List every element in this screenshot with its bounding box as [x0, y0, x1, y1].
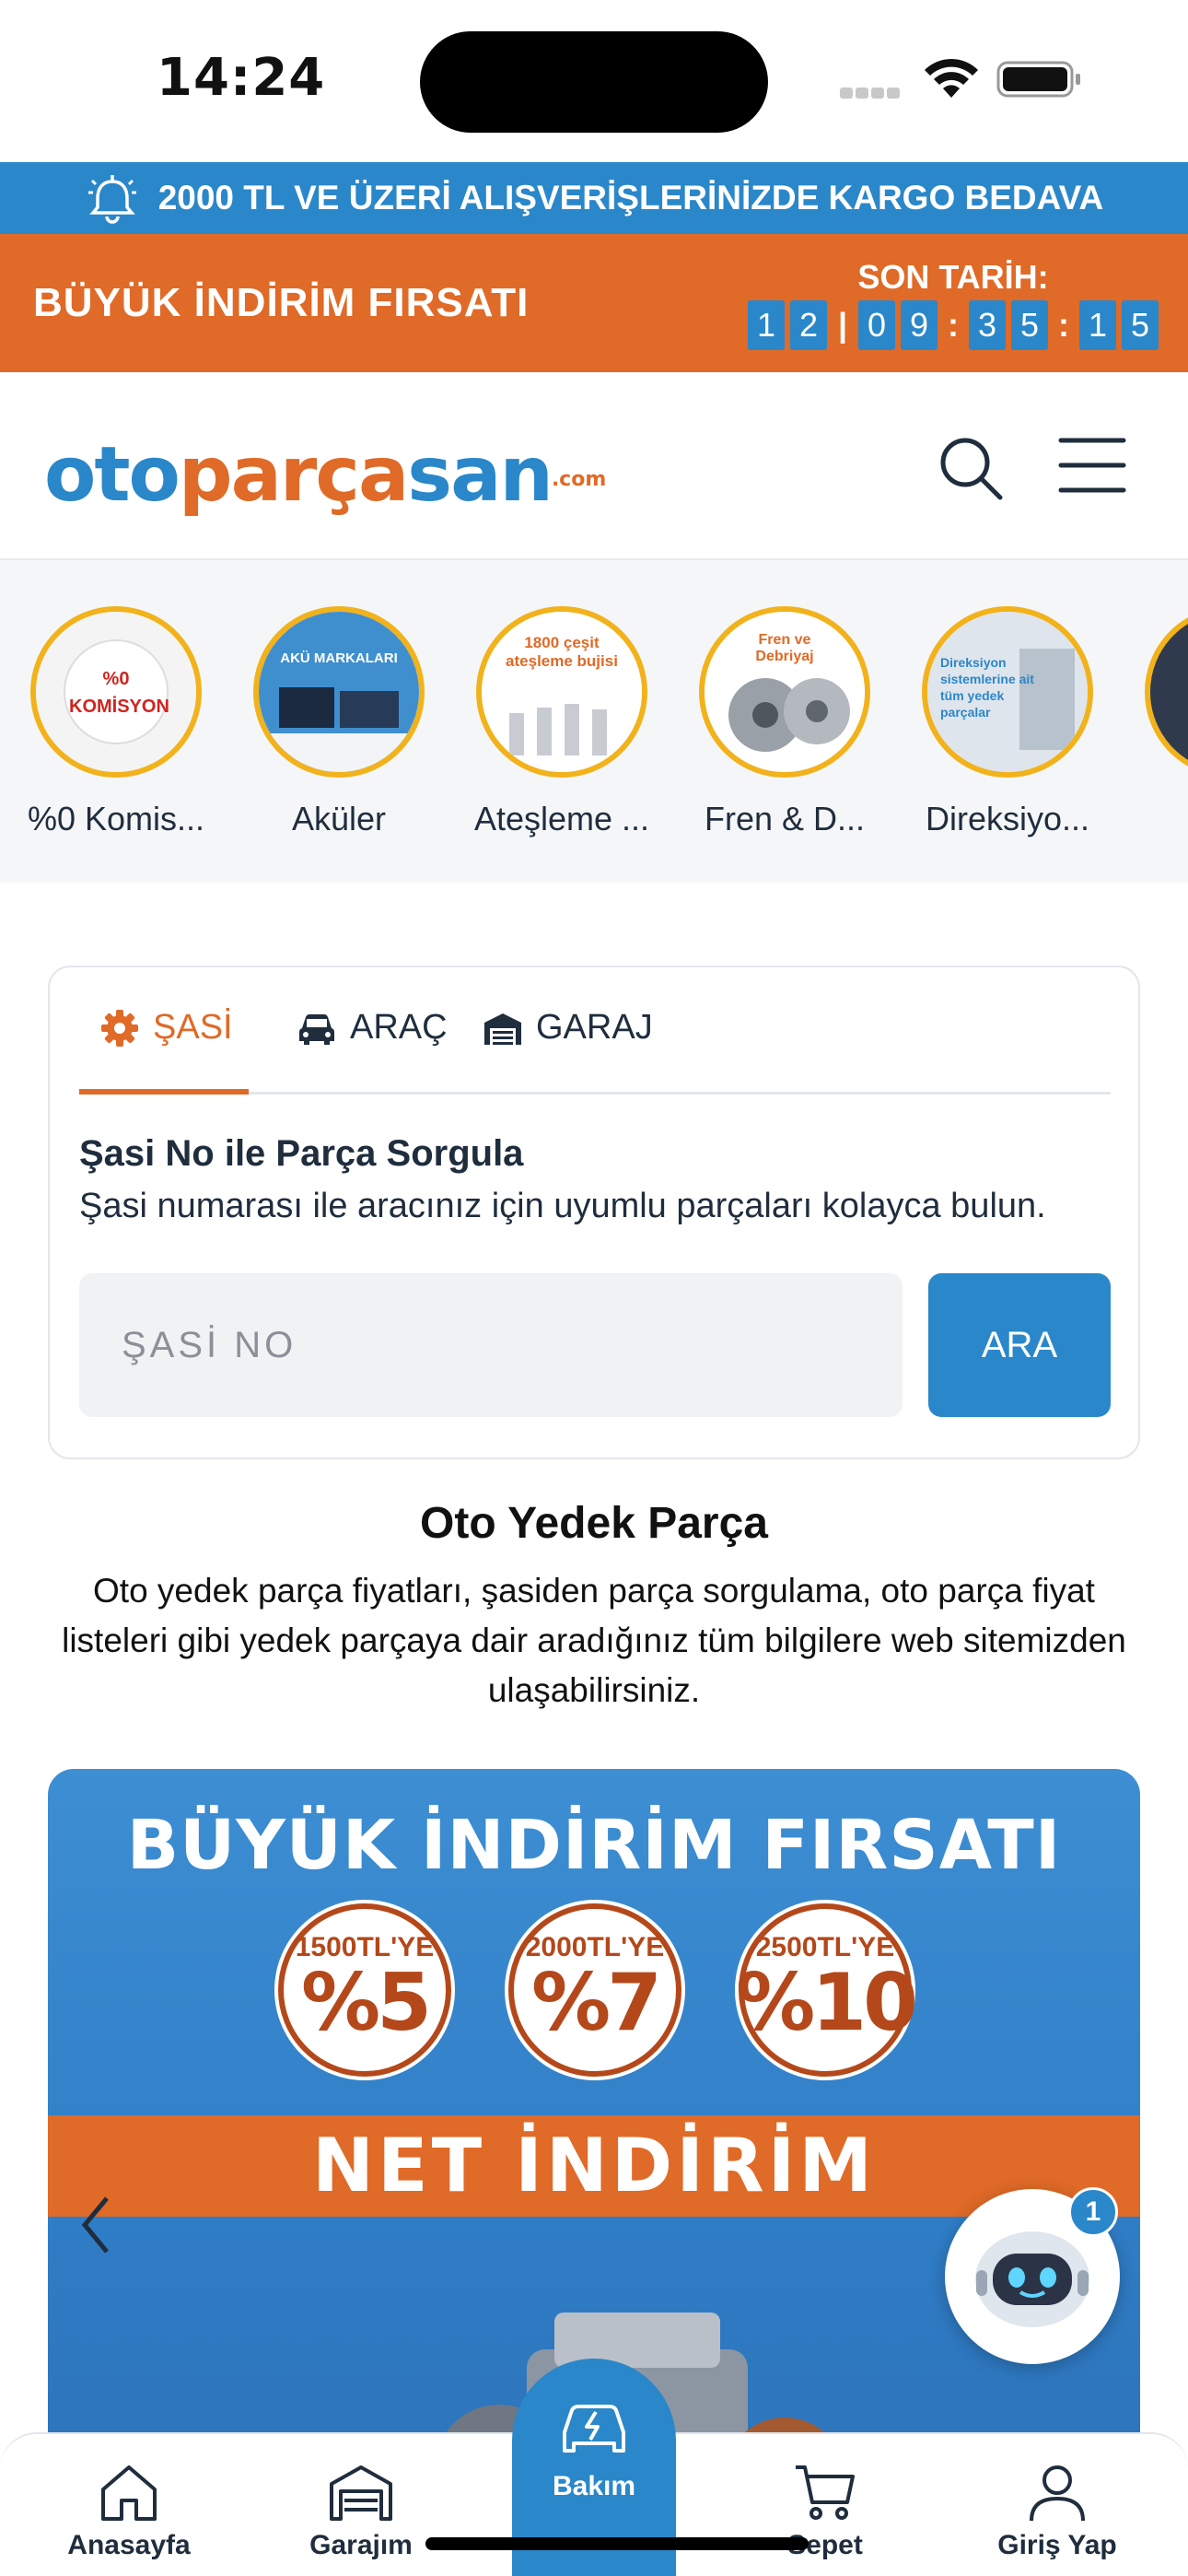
category-thumbnail: 1800 çeşit ateşleme bujisi	[476, 606, 647, 778]
chevron-left-icon[interactable]	[77, 2193, 114, 2257]
category-thumb-text: 1800 çeşit ateşleme bujisi	[506, 634, 618, 670]
nav-label: Bakım	[552, 2471, 636, 2501]
countdown-separator: :	[1058, 306, 1069, 344]
nav-label: Garajım	[309, 2530, 413, 2560]
countdown-digit: 5	[1011, 300, 1048, 350]
category-thumb-text: Fren ve Debriyaj	[755, 632, 814, 664]
category-label: Direksiyo...	[925, 800, 1090, 837]
category-label: Fren & D...	[704, 800, 866, 837]
tab-label: ŞASİ	[153, 1008, 233, 1047]
countdown-digit: 3	[969, 300, 1006, 350]
home-indicator	[425, 2537, 809, 2550]
search-button[interactable]: ARA	[928, 1273, 1111, 1417]
chassis-search-description: Şasi numarası ile aracınız için uyumlu p…	[79, 1187, 1046, 1225]
wifi-icon	[925, 58, 978, 98]
countdown-timer: 1 2 | 0 9 : 3 5 : 1 5	[748, 300, 1164, 350]
countdown-separator: |	[837, 306, 848, 344]
category-thumb-text: AKÜ MARKALARI	[280, 650, 398, 666]
section-description: Oto yedek parça fiyatları, şasiden parça…	[62, 1572, 1126, 1709]
category-thumb-text: %0 KOMİSYON	[69, 669, 169, 717]
tab-label: ARAÇ	[350, 1008, 448, 1047]
promo-title: BÜYÜK İNDİRİM FIRSATI	[33, 280, 530, 325]
countdown-digit: 9	[901, 300, 938, 350]
tab-sasi[interactable]: ŞASİ	[99, 1008, 233, 1091]
category-label: Aküler	[291, 800, 387, 837]
cart-icon	[796, 2465, 855, 2520]
chatbot-notification-badge: 1	[1068, 2187, 1118, 2237]
cellular-signal-icon	[840, 87, 904, 100]
search-icon[interactable]	[936, 433, 1006, 503]
badge-percent: %10	[736, 1957, 918, 2049]
banner-title: BÜYÜK İNDİRİM FIRSATI	[126, 1806, 1062, 1885]
garage-icon	[484, 1013, 521, 1045]
countdown-digit: 1	[1079, 300, 1116, 350]
logo-suffix: .com	[551, 468, 607, 492]
site-logo[interactable]: otoparçasan.com	[44, 431, 606, 519]
category-item-direksiyon[interactable]: Direksiyon sistemlerine ait tüm yedek pa…	[906, 606, 1109, 838]
category-thumbnail	[1145, 606, 1188, 778]
home-icon	[101, 2465, 157, 2521]
discount-badge: 2000TL'YE %7	[508, 1903, 681, 2077]
category-item-akuler[interactable]: AKÜ MARKALARI Aküler	[238, 606, 440, 838]
search-tabs: ŞASİ ARAÇ GARAJ	[79, 967, 1111, 1095]
category-thumb-text: Direksiyon sistemlerine ait tüm yedek pa…	[940, 655, 1034, 720]
countdown-separator: :	[948, 306, 959, 344]
hamburger-menu-icon[interactable]	[1057, 433, 1127, 498]
discount-badge: 1500TL'YE %5	[278, 1903, 451, 2077]
section-title: Oto Yedek Parça	[420, 1499, 768, 1548]
dynamic-island	[420, 31, 768, 133]
nav-label: Anasayfa	[67, 2530, 191, 2560]
free-shipping-bar: 2000 TL VE ÜZERİ ALIŞVERİŞLERİNİZDE KARG…	[0, 162, 1188, 234]
logo-text-san: san	[407, 431, 553, 519]
bell-icon	[87, 175, 136, 224]
countdown-digit: 2	[790, 300, 827, 350]
category-label: %0 Komis...	[27, 800, 205, 837]
tab-label: GARAJ	[536, 1008, 653, 1047]
category-thumbnail: Direksiyon sistemlerine ait tüm yedek pa…	[922, 606, 1093, 778]
nav-home[interactable]: Anasayfa	[37, 2462, 221, 2561]
logo-text-parca: parça	[178, 431, 409, 519]
free-shipping-text: 2000 TL VE ÜZERİ ALIŞVERİŞLERİNİZDE KARG…	[157, 179, 1104, 217]
discount-badge: 2500TL'YE %10	[736, 1903, 918, 2077]
battery-thumbnail-art	[259, 612, 419, 772]
promo-bar[interactable]: BÜYÜK İNDİRİM FIRSATI SON TARİH: 1 2 | 0…	[0, 234, 1188, 372]
user-icon	[1030, 2465, 1085, 2522]
car-maintenance-icon	[563, 2405, 625, 2453]
battery-icon	[996, 61, 1080, 98]
countdown-digit: 5	[1122, 300, 1159, 350]
category-carousel[interactable]: %0 KOMİSYON %0 Komis... AKÜ MARKALARI Ak…	[0, 560, 1188, 883]
gear-icon	[101, 1010, 138, 1047]
category-item-komisyon[interactable]: %0 KOMİSYON %0 Komis...	[15, 606, 217, 838]
tab-garaj[interactable]: GARAJ	[483, 1008, 653, 1091]
category-thumbnail: Fren ve Debriyaj	[699, 606, 870, 778]
deadline-label: SON TARİH:	[857, 258, 1049, 296]
chassis-search-card: ŞASİ ARAÇ GARAJ Şasi No ile Parça Sorgul…	[48, 966, 1140, 1459]
countdown-digit: 0	[858, 300, 895, 350]
category-label: Ateşleme ...	[473, 800, 650, 837]
active-tab-indicator	[79, 1089, 249, 1095]
garage-icon	[330, 2465, 392, 2521]
status-time: 14:24	[157, 48, 326, 108]
category-item-fren[interactable]: Fren ve Debriyaj Fren & D...	[683, 606, 886, 838]
category-item-atesleme[interactable]: 1800 çeşit ateşleme bujisi Ateşleme ...	[460, 606, 663, 838]
status-bar: 14:24	[0, 0, 1188, 162]
tab-arac[interactable]: ARAÇ	[297, 1008, 448, 1091]
category-thumbnail: %0 KOMİSYON	[30, 606, 202, 778]
nav-login[interactable]: Giriş Yap	[965, 2462, 1149, 2561]
chassis-number-input[interactable]	[79, 1273, 903, 1417]
car-icon	[299, 1014, 334, 1045]
badge-percent: %7	[530, 1957, 662, 2049]
category-thumbnail: AKÜ MARKALARI	[253, 606, 425, 778]
countdown-digit: 1	[748, 300, 785, 350]
chassis-search-title: Şasi No ile Parça Sorgula	[79, 1133, 524, 1174]
category-item-partial[interactable]	[1129, 606, 1188, 778]
logo-text-oto: oto	[44, 431, 181, 519]
site-header: otoparçasan.com	[0, 372, 1188, 560]
nav-label: Giriş Yap	[997, 2530, 1117, 2560]
badge-percent: %5	[300, 1957, 432, 2049]
